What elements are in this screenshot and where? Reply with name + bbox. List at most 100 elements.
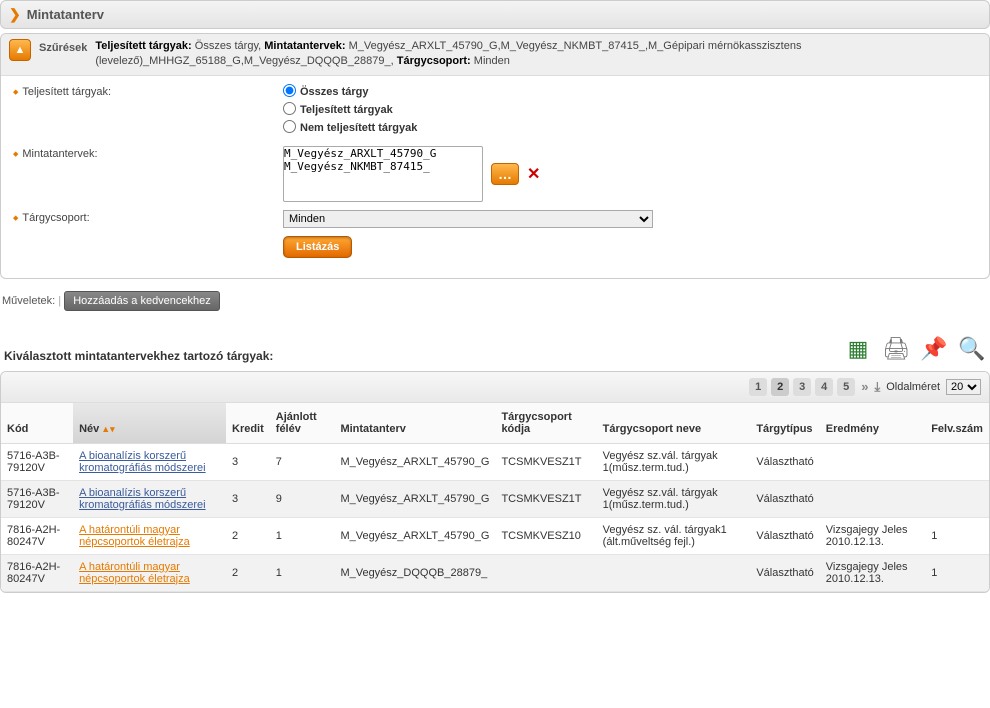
- cell-sem: 7: [270, 443, 335, 480]
- cell-plan: M_Vegyész_DQQQB_28879_: [334, 554, 495, 591]
- group-select[interactable]: Minden: [283, 210, 653, 228]
- page-size-select[interactable]: 20: [946, 379, 981, 395]
- col-type[interactable]: Tárgytípus: [750, 403, 819, 444]
- filter-panel: ▲ Szűrések Teljesített tárgyak: Összes t…: [0, 33, 990, 279]
- filter-label: Szűrések: [39, 39, 87, 54]
- col-plan[interactable]: Mintatanterv: [334, 403, 495, 444]
- filter-header: ▲ Szűrések Teljesített tárgyak: Összes t…: [1, 34, 989, 76]
- page-size-label: Oldalméret: [886, 381, 940, 393]
- cell-sem: 1: [270, 554, 335, 591]
- ops-row: Műveletek: | Hozzáadás a kedvencekhez: [0, 285, 990, 317]
- cell-result: [820, 480, 925, 517]
- page-numbers: 12345: [749, 378, 855, 396]
- group-label: ◆ Tárgycsoport:: [13, 210, 283, 224]
- page-2[interactable]: 2: [771, 378, 789, 396]
- cell-sem: 9: [270, 480, 335, 517]
- radio-all[interactable]: Összes tárgy: [283, 84, 977, 98]
- cell-result: [820, 443, 925, 480]
- pin-icon[interactable]: 📌: [920, 335, 948, 363]
- cell-gname: [597, 554, 751, 591]
- cell-felv: [925, 443, 989, 480]
- cell-gcode: TCSMKVESZ1T: [495, 480, 596, 517]
- subject-link[interactable]: A határontúli magyar népcsoportok életra…: [79, 524, 190, 548]
- plans-select[interactable]: M_Vegyész_ARXLT_45790_GM_Vegyész_NKMBT_8…: [283, 146, 483, 202]
- cell-type: Választható: [750, 554, 819, 591]
- radio-notdone[interactable]: Nem teljesített tárgyak: [283, 120, 977, 134]
- cell-felv: [925, 480, 989, 517]
- cell-type: Választható: [750, 517, 819, 554]
- subject-link[interactable]: A bioanalízis korszerű kromatográfiás mó…: [79, 487, 206, 511]
- cell-result: Vizsgajegy Jeles 2010.12.13.: [820, 554, 925, 591]
- filter-summary: Teljesített tárgyak: Összes tárgy, Minta…: [95, 39, 981, 70]
- cell-credit: 3: [226, 480, 270, 517]
- xls-icon[interactable]: ▦: [844, 335, 872, 363]
- cell-result: Vizsgajegy Jeles 2010.12.13.: [820, 517, 925, 554]
- cell-name: A bioanalízis korszerű kromatográfiás mó…: [73, 480, 226, 517]
- page-1[interactable]: 1: [749, 378, 767, 396]
- pager: 12345 » ⤓ Oldalméret 20: [1, 372, 989, 403]
- page-header: ❯ Mintatanterv: [0, 0, 990, 29]
- clear-icon[interactable]: ✕: [527, 164, 540, 184]
- col-credit[interactable]: Kredit: [226, 403, 270, 444]
- page-title: Mintatanterv: [27, 7, 104, 22]
- page-4[interactable]: 4: [815, 378, 833, 396]
- cell-credit: 2: [226, 517, 270, 554]
- cell-name: A bioanalízis korszerű kromatográfiás mó…: [73, 443, 226, 480]
- cell-code: 5716-A3B-79120V: [1, 480, 73, 517]
- cell-gcode: TCSMKVESZ10: [495, 517, 596, 554]
- col-gcode[interactable]: Tárgycsoport kódja: [495, 403, 596, 444]
- cell-plan: M_Vegyész_ARXLT_45790_G: [334, 517, 495, 554]
- last-page-icon[interactable]: ⤓: [874, 379, 880, 395]
- table-row: 5716-A3B-79120VA bioanalízis korszerű kr…: [1, 443, 989, 480]
- cell-credit: 2: [226, 554, 270, 591]
- subject-link[interactable]: A határontúli magyar népcsoportok életra…: [79, 561, 190, 585]
- cell-name: A határontúli magyar népcsoportok életra…: [73, 554, 226, 591]
- table-row: 7816-A2H-80247VA határontúli magyar népc…: [1, 554, 989, 591]
- cell-felv: 1: [925, 517, 989, 554]
- col-sem[interactable]: Ajánlott félév: [270, 403, 335, 444]
- diamond-icon: ◆: [13, 214, 18, 222]
- cell-gcode: TCSMKVESZ1T: [495, 443, 596, 480]
- page-3[interactable]: 3: [793, 378, 811, 396]
- more-button[interactable]: …: [491, 163, 519, 185]
- cell-sem: 1: [270, 517, 335, 554]
- sort-arrow-icon: ▲▾: [101, 424, 114, 434]
- col-felv[interactable]: Felv.szám: [925, 403, 989, 444]
- completed-label: ◆ Teljesített tárgyak:: [13, 84, 283, 98]
- cell-type: Választható: [750, 443, 819, 480]
- cell-credit: 3: [226, 443, 270, 480]
- search-icon[interactable]: 🔍: [958, 335, 986, 363]
- cell-gname: Vegyész sz.vál. tárgyak 1(műsz.term.tud.…: [597, 443, 751, 480]
- cell-gname: Vegyész sz. vál. tárgyak1 (ált.műveltség…: [597, 517, 751, 554]
- print-icon[interactable]: 🖨: [882, 335, 910, 363]
- cell-code: 5716-A3B-79120V: [1, 443, 73, 480]
- col-gname[interactable]: Tárgycsoport neve: [597, 403, 751, 444]
- collapse-button[interactable]: ▲: [9, 39, 31, 61]
- favorites-button[interactable]: Hozzáadás a kedvencekhez: [64, 291, 220, 311]
- cell-code: 7816-A2H-80247V: [1, 517, 73, 554]
- cell-gname: Vegyész sz.vál. tárgyak 1(műsz.term.tud.…: [597, 480, 751, 517]
- next-page-icon[interactable]: »: [861, 379, 868, 394]
- diamond-icon: ◆: [13, 88, 18, 96]
- cell-gcode: [495, 554, 596, 591]
- col-code[interactable]: Kód: [1, 403, 73, 444]
- cell-felv: 1: [925, 554, 989, 591]
- subject-link[interactable]: A bioanalízis korszerű kromatográfiás mó…: [79, 450, 206, 474]
- cell-plan: M_Vegyész_ARXLT_45790_G: [334, 443, 495, 480]
- table-row: 5716-A3B-79120VA bioanalízis korszerű kr…: [1, 480, 989, 517]
- diamond-icon: ◆: [13, 150, 18, 158]
- list-button[interactable]: Listázás: [283, 236, 352, 258]
- cell-plan: M_Vegyész_ARXLT_45790_G: [334, 480, 495, 517]
- page-5[interactable]: 5: [837, 378, 855, 396]
- plans-label: ◆ Mintatantervek:: [13, 146, 283, 160]
- table-row: 7816-A2H-80247VA határontúli magyar népc…: [1, 517, 989, 554]
- chevron-right-icon: ❯: [9, 6, 21, 23]
- cell-code: 7816-A2H-80247V: [1, 554, 73, 591]
- section-title: Kiválasztott mintatantervekhez tartozó t…: [4, 349, 273, 363]
- radio-done[interactable]: Teljesített tárgyak: [283, 102, 977, 116]
- col-name[interactable]: Név▲▾: [73, 403, 226, 444]
- grid: 12345 » ⤓ Oldalméret 20 Kód Név▲▾ Kredit…: [0, 371, 990, 593]
- cell-type: Választható: [750, 480, 819, 517]
- col-result[interactable]: Eredmény: [820, 403, 925, 444]
- cell-name: A határontúli magyar népcsoportok életra…: [73, 517, 226, 554]
